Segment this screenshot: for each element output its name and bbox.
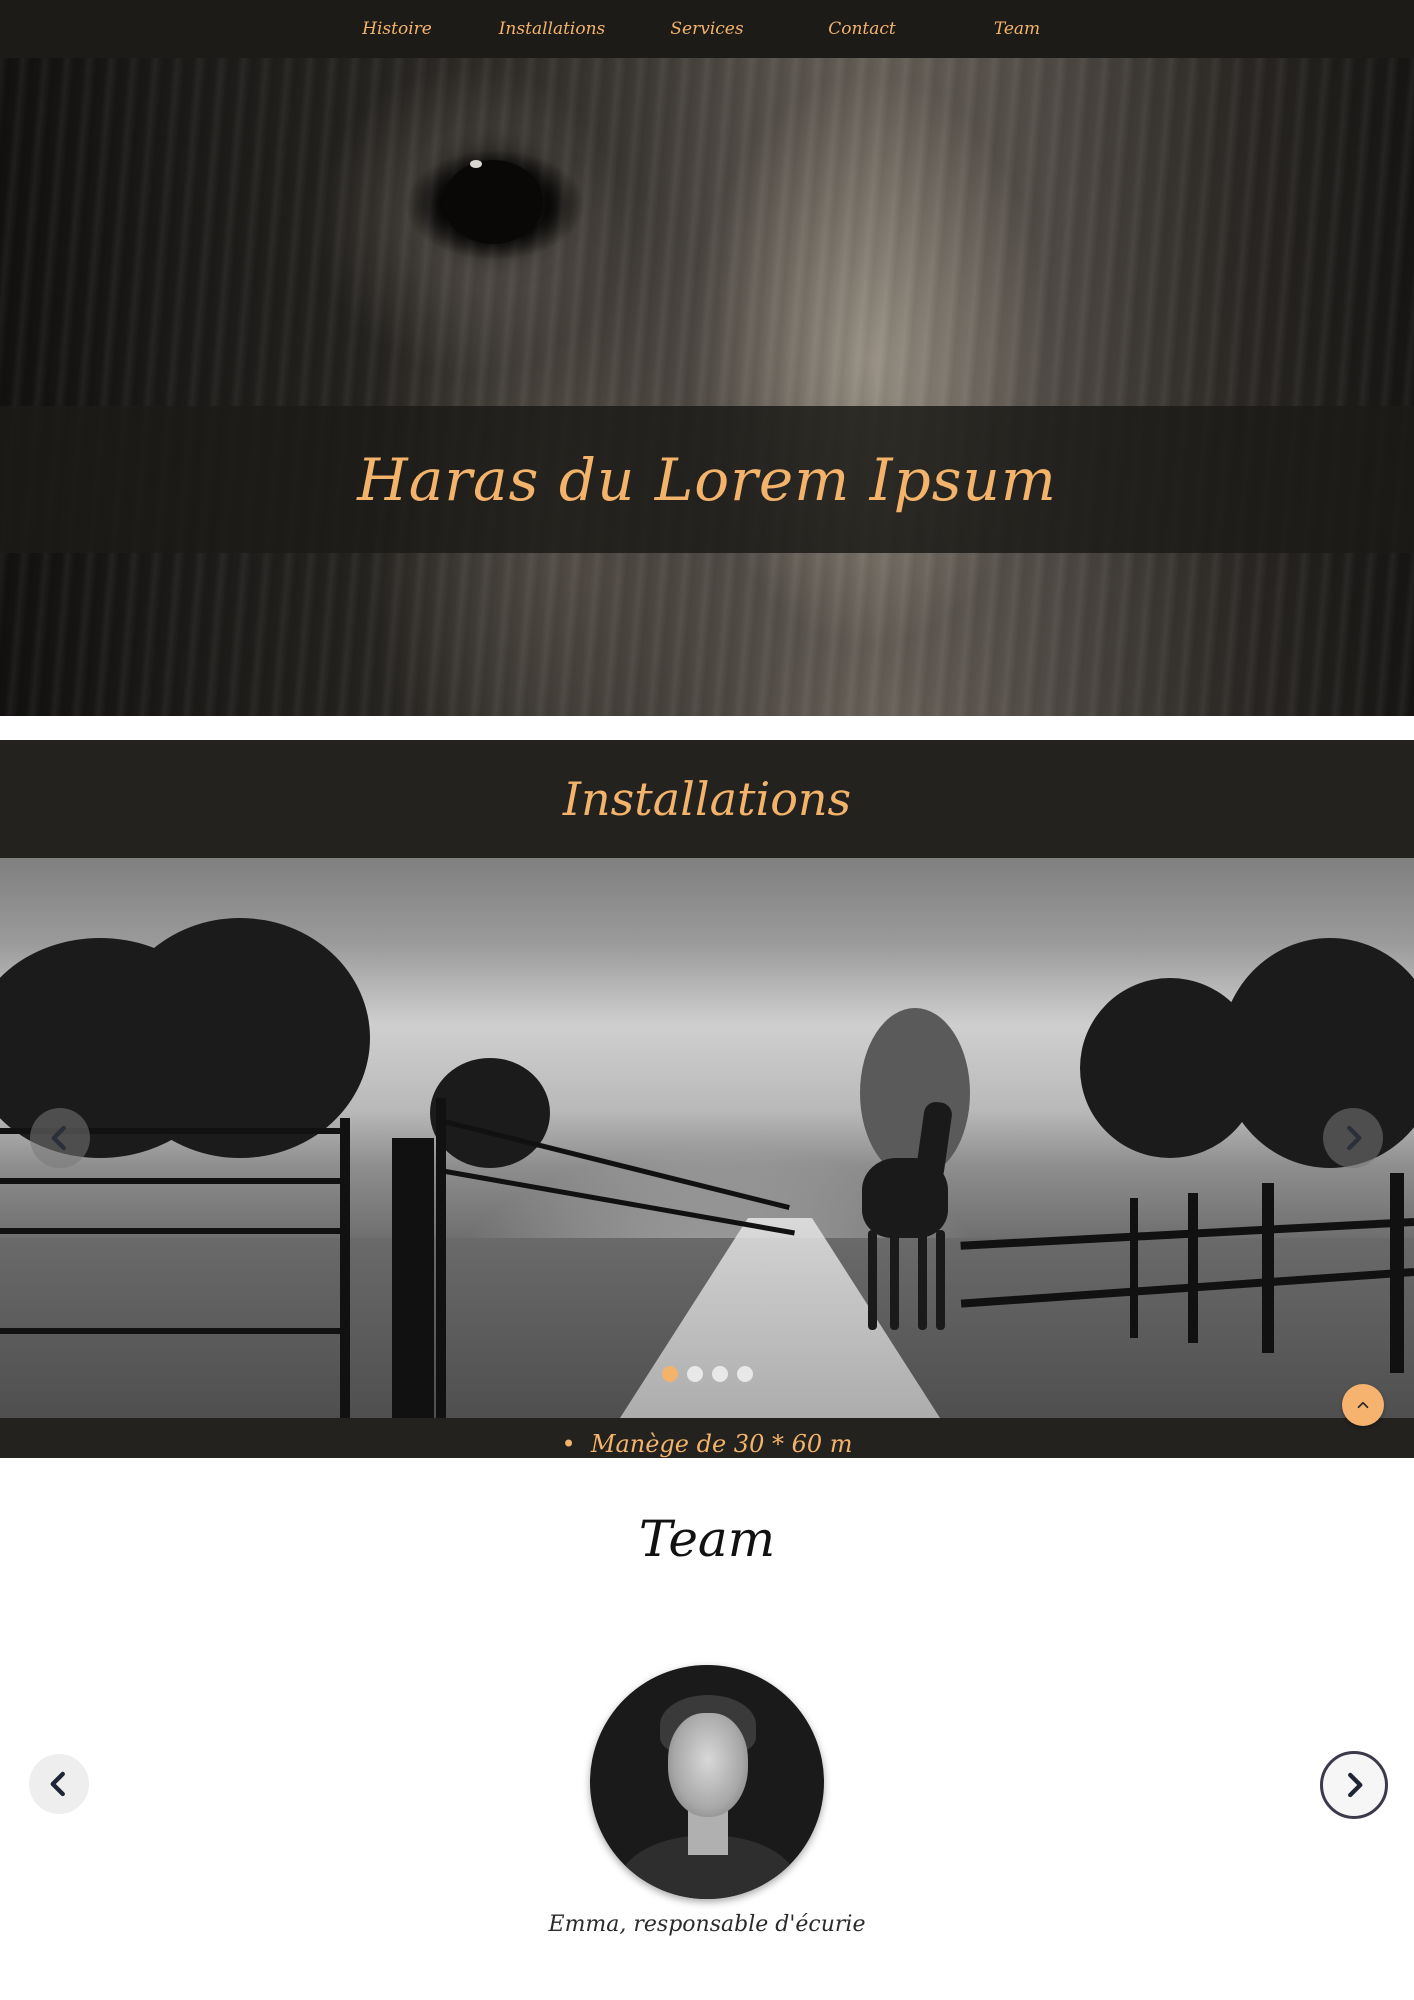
list-item-text: Manège de 30 * 60 m bbox=[590, 1430, 853, 1458]
carousel-dot[interactable] bbox=[736, 1366, 753, 1382]
tree bbox=[430, 1058, 550, 1168]
tree bbox=[1220, 938, 1414, 1168]
team-title: Team bbox=[638, 1510, 776, 1568]
scroll-to-top-button[interactable] bbox=[1342, 1384, 1384, 1426]
avatar-face bbox=[668, 1713, 748, 1817]
chevron-left-icon bbox=[51, 1125, 66, 1151]
hero-title: Haras du Lorem Ipsum bbox=[357, 445, 1057, 514]
carousel-dot[interactable] bbox=[686, 1366, 703, 1382]
horse-leg bbox=[890, 1230, 899, 1330]
chevron-up-icon bbox=[1357, 1401, 1369, 1409]
chevron-left-icon bbox=[50, 1771, 65, 1797]
fence bbox=[439, 1168, 795, 1236]
hero-texture bbox=[0, 0, 1414, 716]
horse-leg bbox=[868, 1230, 877, 1330]
team-prev-button[interactable] bbox=[29, 1754, 89, 1814]
fence-post bbox=[1262, 1183, 1274, 1353]
chevron-right-icon bbox=[1347, 1125, 1362, 1151]
tree bbox=[860, 1008, 970, 1178]
team-next-button[interactable] bbox=[1320, 1751, 1388, 1819]
installations-header: Installations bbox=[0, 740, 1414, 858]
fence-post bbox=[1130, 1198, 1138, 1338]
fence-post bbox=[1390, 1173, 1404, 1373]
fence-post bbox=[1188, 1193, 1198, 1343]
hero-title-band: Haras du Lorem Ipsum bbox=[0, 406, 1414, 553]
team-member-caption: Emma, responsable d'écurie bbox=[548, 1912, 866, 1937]
horse-leg bbox=[936, 1230, 945, 1330]
nav-item-installations[interactable]: Installations bbox=[475, 19, 630, 39]
nav-item-histoire[interactable]: Histoire bbox=[320, 19, 475, 39]
carousel-prev-button[interactable] bbox=[30, 1108, 90, 1168]
carousel-dot[interactable] bbox=[711, 1366, 728, 1382]
horse-eye-image bbox=[443, 160, 543, 244]
tree bbox=[110, 918, 370, 1158]
fence bbox=[0, 1328, 350, 1334]
fence bbox=[0, 1178, 350, 1184]
installations-list-item: • Manège de 30 * 60 m bbox=[0, 1430, 1414, 1458]
installations-section: Installations • Manège de 30 * 60 m bbox=[0, 740, 1414, 1458]
installations-title: Installations bbox=[562, 772, 852, 826]
hero-section: Haras du Lorem Ipsum bbox=[0, 0, 1414, 716]
horse-body bbox=[862, 1158, 948, 1238]
eye-glint bbox=[470, 160, 482, 168]
fence bbox=[0, 1228, 350, 1234]
nav-item-contact[interactable]: Contact bbox=[785, 19, 940, 39]
carousel-next-button[interactable] bbox=[1323, 1108, 1383, 1168]
installations-carousel bbox=[0, 858, 1414, 1418]
nav-item-services[interactable]: Services bbox=[630, 19, 785, 39]
carousel-indicators bbox=[0, 1366, 1414, 1382]
nav-item-team[interactable]: Team bbox=[940, 19, 1095, 39]
horse-leg bbox=[918, 1230, 927, 1330]
team-member-avatar bbox=[590, 1665, 824, 1899]
top-nav: Histoire Installations Services Contact … bbox=[0, 0, 1414, 58]
chevron-right-icon bbox=[1348, 1772, 1363, 1798]
carousel-dot[interactable] bbox=[661, 1366, 678, 1382]
bullet: • bbox=[561, 1430, 591, 1458]
